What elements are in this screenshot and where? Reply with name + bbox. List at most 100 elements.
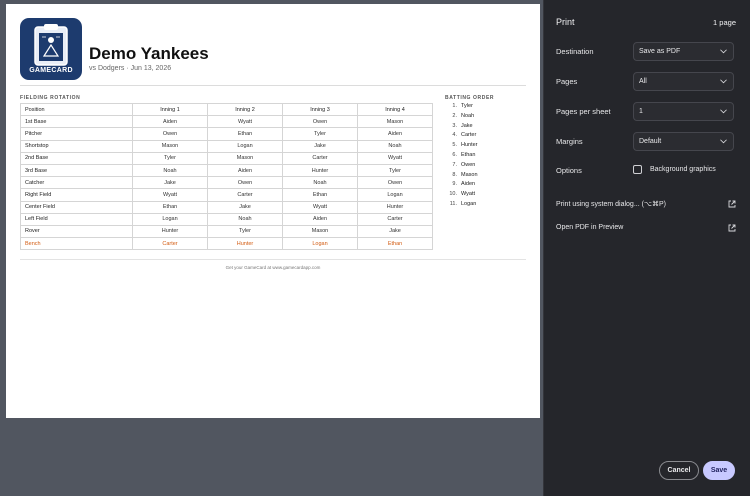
- position-cell: 3rd Base: [20, 163, 133, 178]
- player-cell: Owen: [207, 176, 283, 190]
- destination-label: Destination: [556, 47, 594, 56]
- player-cell: Carter: [207, 188, 283, 202]
- external-link-icon: [728, 224, 736, 232]
- pages-label: Pages: [556, 77, 578, 86]
- batting-number: 10.: [449, 191, 457, 198]
- open-pdf-preview-label: Open PDF in Preview: [556, 224, 624, 231]
- position-cell: Right Field: [20, 188, 133, 202]
- team-title: Demo Yankees: [89, 44, 209, 63]
- table-row: Right Field Wyatt Carter Ethan Logan: [20, 188, 433, 202]
- player-cell: Tyler: [207, 224, 283, 239]
- player-cell: Logan: [357, 188, 433, 202]
- table-row: Pitcher Owen Ethan Tyler Aiden: [20, 127, 433, 141]
- chevron-down-icon: [720, 139, 727, 144]
- player-cell: Jake: [132, 176, 208, 190]
- column-header: Inning 1: [132, 102, 208, 117]
- position-cell: 2nd Base: [20, 151, 133, 165]
- batting-player: Logan: [461, 200, 477, 207]
- batting-number: 5.: [452, 142, 457, 149]
- player-cell: Hunter: [282, 163, 358, 178]
- list-item: 11. Logan: [447, 201, 478, 211]
- destination-select[interactable]: Save as PDF: [633, 42, 734, 61]
- list-item: 1. Tyler: [447, 103, 478, 113]
- pages-per-sheet-select[interactable]: 1: [633, 102, 734, 121]
- print-system-dialog-link[interactable]: Print using system dialog... (⌥⌘P): [556, 200, 736, 212]
- batting-player: Jake: [461, 122, 473, 129]
- background-graphics-label[interactable]: Background graphics: [650, 166, 716, 173]
- position-cell: Shortstop: [20, 139, 133, 153]
- batting-order-list: 1. Tyler 2. Noah 3. Jake 4. Carter 5. Hunter 6. Eth…: [447, 103, 478, 211]
- player-cell: Noah: [207, 212, 283, 226]
- player-cell: Jake: [282, 139, 358, 153]
- table-row: Rover Hunter Tyler Mason Jake: [20, 224, 433, 239]
- list-item: 6. Ethan: [447, 152, 478, 162]
- position-cell: Pitcher: [20, 127, 133, 141]
- player-cell: Hunter: [207, 237, 283, 251]
- batting-player: Ethan: [461, 151, 476, 158]
- external-link-icon: [728, 200, 736, 208]
- batting-number: 11.: [449, 200, 457, 207]
- margins-select[interactable]: Default: [633, 132, 734, 151]
- player-cell: Mason: [357, 115, 433, 129]
- position-cell: 1st Base: [20, 115, 133, 129]
- player-cell: Logan: [282, 237, 358, 251]
- pages-value: All: [639, 78, 647, 85]
- table-row: Catcher Jake Owen Noah Owen: [20, 176, 433, 190]
- player-cell: Noah: [282, 176, 358, 190]
- column-header: Inning 2: [207, 102, 283, 117]
- list-item: 8. Mason: [447, 171, 478, 182]
- batting-player: Noah: [461, 112, 475, 119]
- player-cell: Tyler: [282, 127, 358, 141]
- player-cell: Jake: [357, 224, 433, 239]
- batting-player: Mason: [461, 171, 478, 178]
- player-cell: Noah: [132, 163, 208, 178]
- table-header-row: Position Inning 1 Inning 2 Inning 3 Inni…: [20, 102, 433, 117]
- batting-player: Owen: [461, 161, 476, 168]
- player-cell: Hunter: [357, 200, 433, 214]
- print-preview-area: GAMECARD Demo Yankees vs Dodgers · Jun 1…: [0, 0, 543, 496]
- fielding-rotation-label: FIELDING ROTATION: [20, 95, 81, 101]
- chevron-down-icon: [720, 79, 727, 84]
- player-cell: Wyatt: [207, 115, 283, 129]
- table-row: Left Field Logan Noah Aiden Carter: [20, 212, 433, 226]
- pages-per-sheet-value: 1: [639, 108, 643, 115]
- footer-divider: [20, 259, 526, 260]
- player-cell: Aiden: [282, 212, 358, 226]
- player-cell: Ethan: [357, 237, 433, 251]
- batting-player: Carter: [461, 132, 477, 139]
- panel-title: Print: [556, 17, 575, 27]
- player-cell: Owen: [282, 115, 358, 129]
- player-cell: Tyler: [132, 151, 208, 165]
- column-header: Inning 4: [357, 102, 433, 117]
- cancel-button[interactable]: Cancel: [659, 461, 699, 480]
- list-item: 5. Hunter: [447, 142, 478, 152]
- table-row: Shortstop Mason Logan Jake Noah: [20, 139, 433, 153]
- position-cell: Bench: [20, 237, 133, 251]
- player-cell: Ethan: [207, 127, 283, 141]
- list-item: 4. Carter: [447, 132, 478, 142]
- batting-player: Aiden: [461, 181, 476, 188]
- background-graphics-checkbox[interactable]: [633, 165, 642, 174]
- save-button[interactable]: Save: [703, 461, 735, 480]
- open-pdf-preview-link[interactable]: Open PDF in Preview: [556, 224, 736, 236]
- destination-value: Save as PDF: [639, 48, 681, 55]
- player-cell: Mason: [132, 139, 208, 153]
- player-cell: Hunter: [132, 224, 208, 239]
- list-item: 7. Owen: [447, 162, 478, 172]
- position-cell: Rover: [20, 224, 133, 239]
- logo-text: GAMECARD: [29, 67, 73, 74]
- table-row: 3rd Base Noah Aiden Hunter Tyler: [20, 163, 433, 178]
- table-row: 1st Base Aiden Wyatt Owen Mason: [20, 115, 433, 129]
- margins-label: Margins: [556, 137, 583, 146]
- player-cell: Carter: [357, 212, 433, 226]
- batting-player: Hunter: [461, 142, 478, 149]
- game-subtitle: vs Dodgers · Jun 13, 2026: [89, 65, 172, 72]
- player-cell: Wyatt: [357, 151, 433, 165]
- batting-order-label: BATTING ORDER: [445, 95, 495, 101]
- player-cell: Carter: [132, 237, 208, 251]
- page-count: 1 page: [713, 18, 736, 27]
- batting-number: 3.: [452, 122, 457, 129]
- print-settings-panel: Print 1 page Destination Save as PDF Pag…: [543, 0, 750, 496]
- pages-select[interactable]: All: [633, 72, 734, 91]
- table-row: 2nd Base Tyler Mason Carter Wyatt: [20, 151, 433, 165]
